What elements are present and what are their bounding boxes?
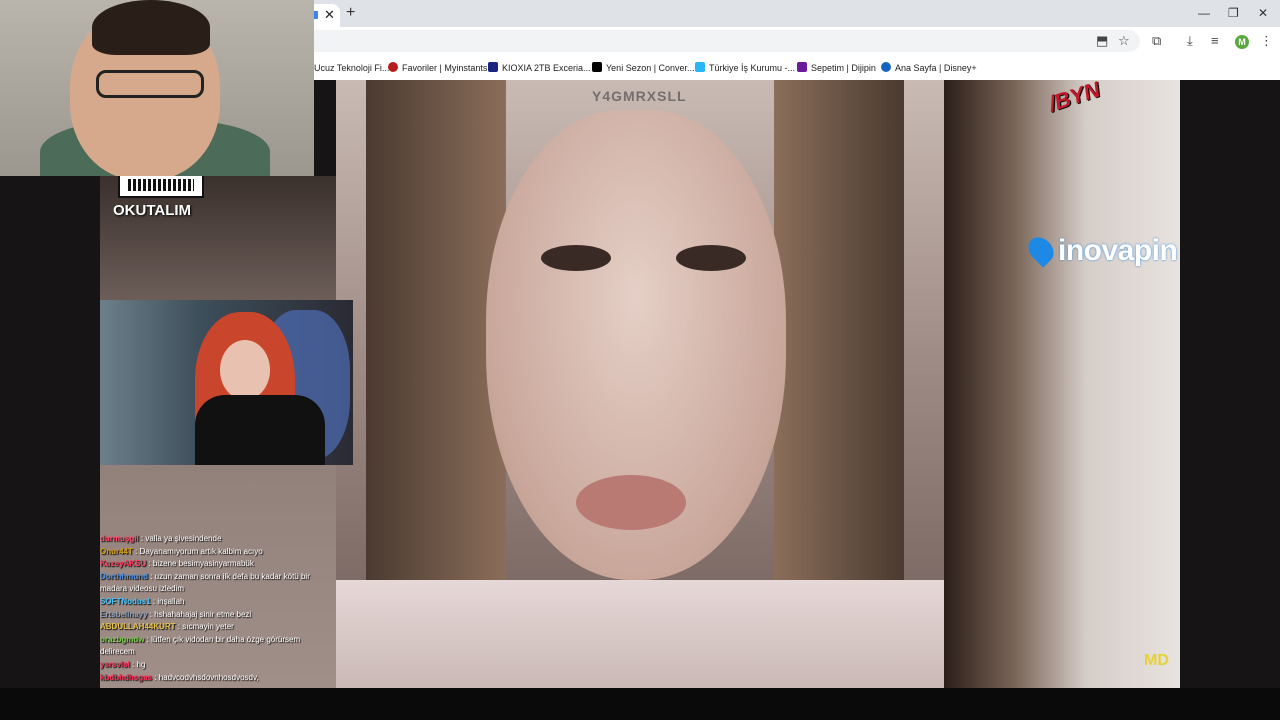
new-tab-button[interactable]: + [346,4,355,22]
chat-message: ABDULLAH44KURT : sıcmayin yeter [100,622,234,632]
chat-message: Dorthhmund : uzun zaman sonra ilk defa b… [100,571,310,594]
video-watermark: Y4GMRXSLL [592,88,687,104]
address-bar[interactable] [300,30,1140,52]
bookmark-item[interactable]: KIOXIA 2TB Exceria... [488,61,591,75]
bookmark-label: Sepetim | Dijipin [811,63,876,73]
menu-icon[interactable]: ⋮ [1260,33,1273,49]
chat-message: durmuşgil : valla ya şivesindende [100,534,222,543]
video-eye-right [676,245,746,271]
chat-username: Ertsbellnayy [100,609,148,619]
bookmark-favicon-icon [388,62,398,72]
bookmark-item[interactable]: Türkiye İş Kurumu -... [695,61,795,75]
bookmark-item[interactable]: Sepetim | Dijipin [797,61,876,75]
video-lips [576,475,686,530]
close-window-button[interactable]: ✕ [1258,4,1268,22]
chat-username: ABDULLAH44KURT [100,622,176,632]
qr-code [118,176,204,198]
restore-button[interactable]: ❐ [1228,4,1239,22]
chat-text: hadvcodvhsdovnhosdvosdv, [158,672,259,682]
video-eye-left [541,245,611,271]
bookmark-label: Ucuz Teknoloji Fi... [314,63,390,73]
webcam-hair [92,0,210,55]
qr-label: OKUTALIM [113,202,192,219]
bookmark-label: Favoriler | Myinstants [402,63,488,73]
bookmark-star-icon[interactable]: ☆ [1118,33,1130,49]
chat-message: Onur44T : Dayanamıyorum artık kalbim acı… [100,546,263,556]
bookmark-favicon-icon [695,62,705,72]
bookmark-label: Yeni Sezon | Conver... [606,63,695,73]
chat-text: valla ya şivesindende [145,534,222,543]
chat-text: sıcmayin yeter [182,622,234,632]
minimize-button[interactable]: — [1198,4,1210,22]
bookmark-item[interactable]: Ana Sayfa | Disney+ [881,61,977,75]
bookmark-favicon-icon [797,62,807,72]
tab-close-icon[interactable]: ✕ [324,6,335,24]
bookmark-favicon-icon [881,62,891,72]
install-app-icon[interactable]: ⬒ [1096,33,1108,49]
chat-text: inşallah [157,596,185,606]
downloads-icon[interactable]: ⤓ [1187,33,1193,49]
bookmark-favicon-icon [488,62,498,72]
streamer-shirt [195,395,325,465]
video-shirt [336,580,944,688]
chat-text: bizene besimyasinyarmabük [152,559,254,569]
chat-username: SOFTNodus1 [100,596,151,606]
chat-overlay: durmuşgil : valla ya şivesindende Onur44… [100,533,336,688]
bookmark-item[interactable]: Ucuz Teknoloji Fi... [314,61,389,75]
chat-text: hg [136,659,146,669]
chat-username: Dorthhmund [100,571,148,581]
chat-username: KuzeyAKSU [100,559,147,569]
bookmark-label: Ana Sayfa | Disney+ [895,63,977,73]
right-blur-panel [944,80,1180,688]
streamer-face [220,340,270,400]
chat-message: Ertsbellnayy : hshahahajaj sinir etme be… [100,609,252,619]
chat-username: kbdbhdhsgas [100,672,153,682]
chat-username: ysrsvlsl [100,659,130,669]
chat-username: orazbgmdw [100,634,145,644]
chat-text: hshahahajaj sinir etme bezi [154,609,252,619]
webcam-overlay [0,0,314,176]
chat-text: Dayanamıyorum artık kalbim acıyo [139,546,263,556]
chat-username: durmuşgil [100,534,139,543]
chat-message: KuzeyAKSU : bizene besimyasinyarmabük [100,559,254,569]
profile-avatar[interactable]: M [1235,35,1249,49]
chat-message: orazbgmdw : lütfen çık vidodan bir daha … [100,634,301,657]
glasses [96,70,204,98]
main-video[interactable] [336,80,944,688]
bookmark-item[interactable]: Favoriler | Myinstants [388,61,487,75]
chat-message: ysrsvlsl : hg [100,659,146,669]
chat-message: SOFTNodus1 : inşallah [100,596,185,606]
bookmark-label: Türkiye İş Kurumu -... [709,63,796,73]
bookmark-item[interactable]: Yeni Sezon | Conver... [592,61,695,75]
sponsor-name: inovapin [1058,234,1178,267]
qr-pattern [128,179,194,191]
media-control-icon[interactable]: ≡ [1211,33,1219,49]
extensions-icon[interactable]: ⧉ [1152,33,1161,49]
corner-logo: MD [1144,652,1169,669]
bookmark-label: KIOXIA 2TB Exceria... [502,63,591,73]
streamer-camera [100,300,353,465]
chat-message: kbdbhdhsgas : hadvcodvhsdovnhosdvosdv, [100,672,259,682]
sponsor-logo: inovapin [1023,232,1178,268]
chat-username: Onur44T [100,546,133,556]
bottom-bar [0,688,1280,720]
bookmark-favicon-icon [592,62,602,72]
